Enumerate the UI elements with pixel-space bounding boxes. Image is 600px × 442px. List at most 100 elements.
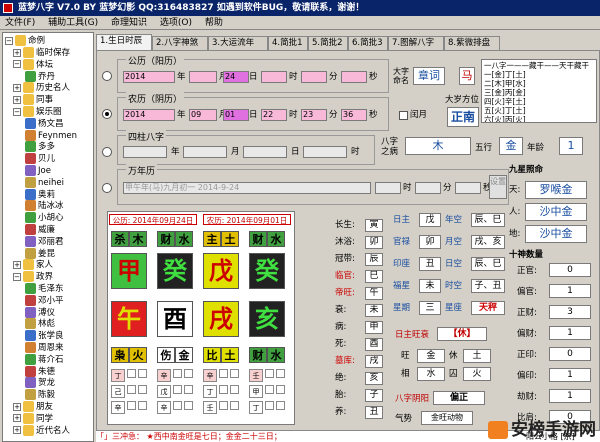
tree-item[interactable]: 贺龙 [25, 377, 55, 389]
tree-item[interactable]: + 家人 [13, 259, 53, 271]
wannian-radio[interactable] [102, 183, 112, 193]
expand-icon[interactable]: + [13, 95, 21, 104]
menu-file[interactable]: 文件(F) [0, 16, 40, 30]
shishen-top: 主 [203, 231, 221, 247]
minute-unit: 分 [443, 183, 452, 193]
tree-item[interactable]: 多多 [25, 141, 55, 153]
lunar-day[interactable]: 01 [223, 109, 249, 121]
tree-item[interactable]: 邓丽君 [25, 235, 64, 248]
tree-item[interactable]: 乔丹 [25, 70, 56, 83]
gregorian-year[interactable]: 2014 [123, 71, 175, 83]
tree-item[interactable]: 溥仪 [25, 306, 55, 319]
lunar-minute[interactable]: 23 [301, 109, 327, 121]
expand-icon[interactable]: + [13, 414, 21, 423]
tree-item[interactable]: 杨文昌 [25, 117, 64, 130]
tab-birth-time[interactable]: 1.生日时辰 [96, 34, 152, 50]
tab-diagram[interactable]: 7.图解八字 [388, 36, 444, 50]
person-icon [25, 247, 36, 259]
tree-item[interactable]: 陆冰冰 [25, 200, 64, 212]
collapse-icon[interactable]: − [13, 272, 21, 281]
pillar-day-select[interactable] [243, 146, 287, 158]
menu-tools[interactable]: 辅助工具(G) [43, 16, 103, 30]
tree-item[interactable]: + 同学 [13, 412, 53, 425]
tab-shensha[interactable]: 2.八字神煞 [152, 36, 208, 50]
lunar-radio[interactable] [102, 109, 112, 119]
gregorian-minute[interactable] [301, 71, 327, 83]
gregorian-month[interactable] [189, 71, 217, 83]
menu-knowledge[interactable]: 命理知识 [106, 16, 152, 30]
tree-item[interactable]: 张学良 [25, 330, 64, 342]
wannian-minute[interactable] [415, 182, 441, 194]
pillar-month-select[interactable] [183, 146, 227, 158]
case-tree[interactable]: − 命例 + 临时保存 − 体坛 乔丹 + 历史名人 + 同事 − 娱乐圈 杨文昌 Feynmen 多多 贝儿… [2, 32, 94, 442]
tree-item[interactable]: − 政界 [13, 271, 53, 283]
info-value: 戊 [419, 213, 441, 227]
tab-brief3[interactable]: 6.简批3 [348, 36, 388, 50]
canggan-header: 一八字一——藏干——天干藏干 [484, 61, 589, 70]
lunar-month[interactable]: 09 [189, 109, 217, 121]
expand-icon[interactable]: + [13, 426, 21, 435]
expand-icon[interactable]: + [13, 260, 21, 269]
lunar-hour[interactable]: 22 [261, 109, 287, 121]
collapse-icon[interactable]: − [13, 60, 21, 69]
tree-item[interactable]: 周恩来 [25, 342, 64, 354]
gregorian-hour[interactable] [261, 71, 287, 83]
pillar-year-select[interactable] [123, 146, 167, 158]
wuxing-top: 水 [267, 231, 285, 247]
tree-item[interactable]: 朱德 [25, 365, 55, 378]
wuxing-top: 木 [129, 231, 147, 247]
expand-icon[interactable]: + [13, 402, 21, 411]
menu-help[interactable]: 帮助 [200, 16, 228, 30]
jiuxing-label: 天: [509, 185, 521, 195]
canggan-row: 五[火]丁[土] [484, 106, 526, 115]
tree-item[interactable]: + 同事 [13, 94, 53, 106]
hidden-stem: 丁 [249, 401, 263, 414]
fourpillars-radio[interactable] [102, 147, 112, 157]
collapse-icon[interactable]: − [13, 107, 21, 116]
tree-item[interactable]: 蒋介石 [25, 353, 64, 366]
tree-item[interactable]: − 体坛 [13, 58, 53, 71]
tab-brief1[interactable]: 4.简批1 [268, 36, 308, 50]
lunar-year[interactable]: 2014 [123, 109, 175, 121]
tree-item[interactable]: 林彪 [25, 318, 55, 330]
tree-item[interactable]: + 朋友 [13, 401, 53, 413]
tree-item[interactable]: + 近代名人 [13, 424, 70, 437]
tree-item[interactable]: Joe [25, 165, 51, 177]
tree-item-label: 乔丹 [38, 71, 56, 82]
tree-item[interactable]: 姜昆 [25, 247, 55, 260]
tree-item[interactable]: 奥莉 [25, 188, 55, 201]
tree-item[interactable]: 威廉 [25, 224, 55, 236]
gregorian-radio[interactable] [102, 71, 112, 81]
day-unit: 日 [249, 110, 258, 120]
tree-item[interactable]: 邓小平 [25, 294, 64, 307]
wannian-date-field[interactable]: 甲午年(马)九月初一 2014-9-24 [123, 182, 371, 194]
tree-item-label: 威廉 [38, 225, 56, 235]
wannian-set-button[interactable]: 设置 [489, 175, 507, 199]
tree-item[interactable]: 小胡心 [25, 212, 64, 224]
tab-brief2[interactable]: 5.简批2 [308, 36, 348, 50]
tree-item[interactable]: Feynmen [25, 129, 77, 142]
expand-icon[interactable]: + [13, 48, 21, 57]
tab-dayun[interactable]: 3.大运流年 [208, 36, 268, 50]
wuxing-state-value: 水 [417, 367, 445, 381]
collapse-icon[interactable]: − [5, 36, 13, 45]
wannian-hour[interactable] [375, 182, 401, 194]
menu-options[interactable]: 选项(O) [155, 16, 197, 30]
leap-month-checkbox[interactable] [399, 111, 408, 120]
gregorian-day[interactable]: 24 [223, 71, 249, 83]
tree-item[interactable]: − 娱乐圈 [13, 106, 62, 118]
wannian-second[interactable] [455, 182, 481, 194]
tree-item[interactable]: 毛泽东 [25, 283, 64, 295]
tree-item[interactable]: 贝儿 [25, 153, 55, 165]
gregorian-second[interactable] [341, 71, 367, 83]
tab-ziwei[interactable]: 8.紫微排盘 [444, 36, 500, 50]
lunar-second[interactable]: 36 [341, 109, 367, 121]
folder-icon [23, 424, 34, 436]
tree-item[interactable]: + 历史名人 [13, 82, 70, 94]
expand-icon[interactable]: + [13, 83, 21, 92]
tree-item[interactable]: + 临时保存 [13, 47, 70, 59]
tree-item[interactable]: neihei [25, 176, 64, 189]
tree-root[interactable]: − 命例 [5, 35, 45, 47]
tree-item[interactable]: 陈毅 [25, 389, 55, 401]
pillar-hour-select[interactable] [303, 146, 347, 158]
